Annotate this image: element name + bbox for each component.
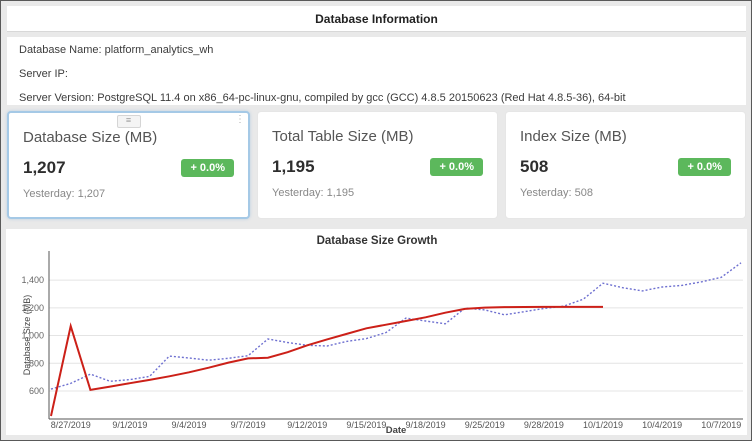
svg-text:10/7/2019: 10/7/2019: [701, 420, 741, 430]
card-title: Total Table Size (MB): [272, 128, 483, 145]
x-axis-title: Date: [386, 425, 407, 435]
page-title: Database Information: [315, 12, 438, 26]
svg-text:9/7/2019: 9/7/2019: [231, 420, 266, 430]
growth-chart-panel: Database Size Growth Database Size (MB) …: [6, 229, 747, 435]
drag-handle-icon[interactable]: ≡: [117, 115, 141, 128]
server-ip-text: Server IP:: [19, 68, 734, 81]
panel-header: Database Information: [7, 6, 746, 32]
svg-text:1,200: 1,200: [21, 303, 44, 313]
growth-chart: Database Size Growth Database Size (MB) …: [6, 229, 747, 435]
svg-text:8/27/2019: 8/27/2019: [51, 420, 91, 430]
svg-text:1,400: 1,400: [21, 275, 44, 285]
svg-text:9/1/2019: 9/1/2019: [112, 420, 147, 430]
card-value: 1,195: [272, 157, 315, 177]
kebab-menu-icon[interactable]: ⋮: [235, 115, 245, 125]
card-title: Database Size (MB): [23, 129, 234, 146]
change-badge: + 0.0%: [430, 158, 483, 176]
card-total-table-size[interactable]: Total Table Size (MB) 1,195 + 0.0% Yeste…: [257, 111, 498, 219]
svg-text:800: 800: [29, 358, 44, 368]
database-info-window: Database Information Database Name: plat…: [0, 0, 752, 441]
svg-text:600: 600: [29, 386, 44, 396]
svg-text:10/4/2019: 10/4/2019: [642, 420, 682, 430]
svg-text:9/12/2019: 9/12/2019: [287, 420, 327, 430]
svg-text:9/15/2019: 9/15/2019: [346, 420, 386, 430]
svg-text:9/28/2019: 9/28/2019: [524, 420, 564, 430]
card-title: Index Size (MB): [520, 128, 731, 145]
server-version-text: Server Version: PostgreSQL 11.4 on x86_6…: [19, 92, 734, 105]
svg-text:9/4/2019: 9/4/2019: [171, 420, 206, 430]
card-value: 508: [520, 157, 548, 177]
svg-text:10/1/2019: 10/1/2019: [583, 420, 623, 430]
card-index-size[interactable]: Index Size (MB) 508 + 0.0% Yesterday: 50…: [505, 111, 746, 219]
change-badge: + 0.0%: [181, 159, 234, 177]
database-info-panel: Database Name: platform_analytics_wh Ser…: [7, 37, 746, 105]
svg-text:1,000: 1,000: [21, 331, 44, 341]
yesterday-value: Yesterday: 1,195: [272, 187, 483, 199]
database-name-text: Database Name: platform_analytics_wh: [19, 44, 734, 57]
change-badge: + 0.0%: [678, 158, 731, 176]
metric-cards-row: ≡ ⋮ Database Size (MB) 1,207 + 0.0% Yest…: [7, 111, 746, 219]
svg-text:9/25/2019: 9/25/2019: [465, 420, 505, 430]
svg-text:9/18/2019: 9/18/2019: [406, 420, 446, 430]
card-value: 1,207: [23, 158, 66, 178]
yesterday-value: Yesterday: 508: [520, 187, 731, 199]
yesterday-value: Yesterday: 1,207: [23, 188, 234, 200]
chart-title: Database Size Growth: [317, 235, 438, 247]
card-database-size[interactable]: ≡ ⋮ Database Size (MB) 1,207 + 0.0% Yest…: [7, 111, 250, 219]
